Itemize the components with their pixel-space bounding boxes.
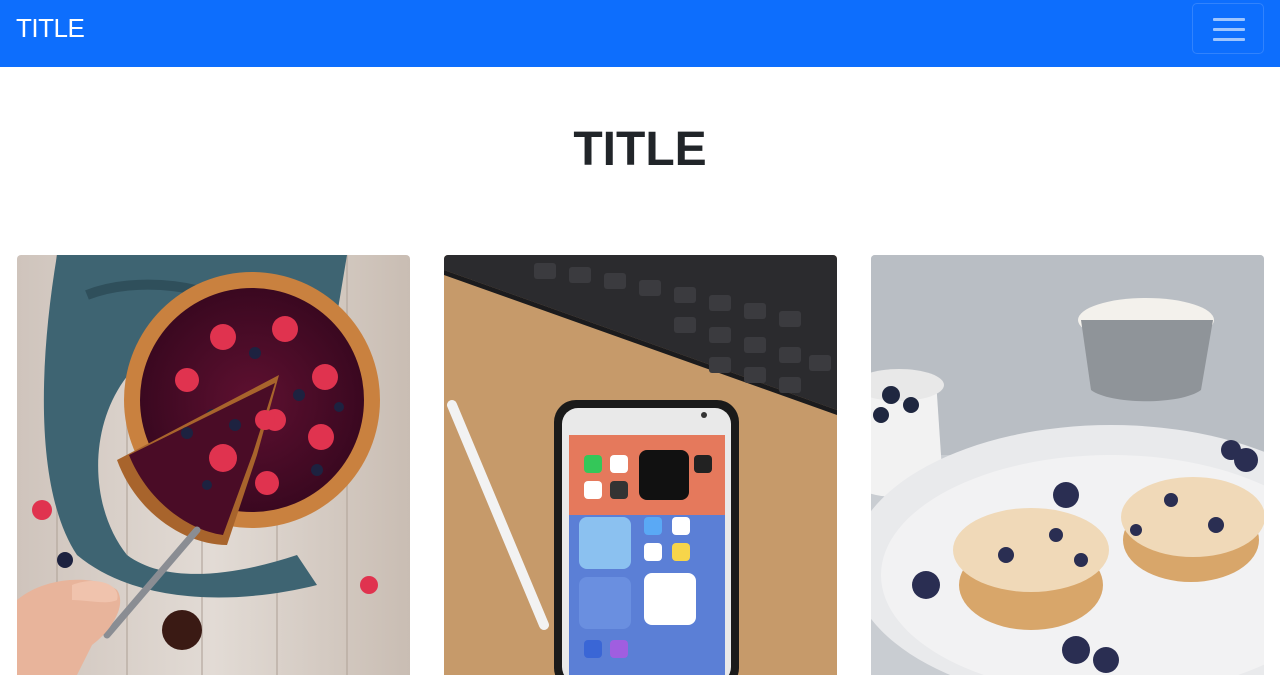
berry-tart-photo xyxy=(17,255,410,675)
smartphone-keyboard-photo xyxy=(444,255,837,675)
page-title: TITLE xyxy=(573,123,707,176)
navbar: TITLE xyxy=(0,0,1280,67)
navbar-toggler-button[interactable] xyxy=(1192,3,1264,54)
gallery-card[interactable] xyxy=(871,255,1264,675)
gallery-card[interactable] xyxy=(17,255,410,675)
navbar-brand[interactable]: TITLE xyxy=(16,13,85,43)
blueberry-muffins-photo xyxy=(871,255,1264,675)
gallery-card[interactable] xyxy=(444,255,837,675)
